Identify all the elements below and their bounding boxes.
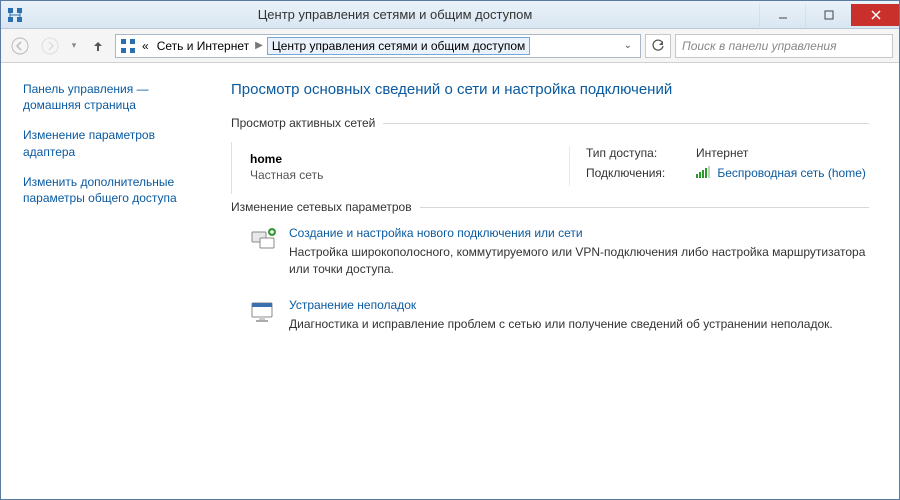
section-change-settings: Изменение сетевых параметров	[231, 200, 869, 214]
chevron-right-icon: ▶	[255, 40, 263, 51]
content-area: Панель управления — домашняя страница Из…	[1, 63, 899, 499]
nav-forward-button[interactable]	[37, 33, 63, 59]
task-new-connection-desc: Настройка широкополосного, коммутируемог…	[289, 244, 869, 278]
search-placeholder: Поиск в панели управления	[682, 39, 837, 53]
sidebar: Панель управления — домашняя страница Из…	[1, 63, 211, 499]
troubleshoot-icon	[249, 298, 277, 326]
page-heading: Просмотр основных сведений о сети и наст…	[231, 81, 869, 98]
nav-up-button[interactable]	[85, 33, 111, 59]
nav-bar: ▾ « Сеть и Интернет ▶ Центр управления с…	[1, 29, 899, 63]
network-type: Частная сеть	[250, 168, 569, 182]
connection-link[interactable]: Беспроводная сеть (home)	[717, 166, 866, 180]
active-network-row: home Частная сеть Тип доступа: Интернет …	[231, 142, 869, 194]
section-change-settings-label: Изменение сетевых параметров	[231, 200, 420, 214]
breadcrumb-prefix: «	[140, 39, 151, 53]
sidebar-link-advanced-sharing[interactable]: Изменить дополнительные параметры общего…	[23, 174, 197, 206]
window-title: Центр управления сетями и общим доступом	[31, 7, 759, 22]
window-controls	[759, 4, 899, 26]
address-dropdown-icon[interactable]: ⌄	[620, 40, 636, 51]
task-new-connection: Создание и настройка нового подключения …	[249, 226, 869, 278]
address-bar[interactable]: « Сеть и Интернет ▶ Центр управления сет…	[115, 34, 641, 58]
maximize-button[interactable]	[805, 4, 851, 26]
search-input[interactable]: Поиск в панели управления	[675, 34, 893, 58]
network-name: home	[250, 152, 569, 166]
wifi-signal-icon	[696, 166, 710, 178]
title-bar: Центр управления сетями и общим доступом	[1, 1, 899, 29]
task-troubleshoot: Устранение неполадок Диагностика и испра…	[249, 298, 869, 333]
nav-back-button[interactable]	[7, 33, 33, 59]
section-active-networks: Просмотр активных сетей	[231, 116, 869, 130]
network-identity: home Частная сеть	[250, 146, 569, 186]
task-troubleshoot-link[interactable]: Устранение неполадок	[289, 298, 833, 312]
close-button[interactable]	[851, 4, 899, 26]
main-panel: Просмотр основных сведений о сети и наст…	[211, 63, 899, 499]
network-center-icon	[120, 38, 136, 54]
network-details: Тип доступа: Интернет Подключения: Беспр…	[569, 146, 869, 186]
connections-label: Подключения:	[586, 166, 696, 180]
window-frame: Центр управления сетями и общим доступом…	[0, 0, 900, 500]
section-active-networks-label: Просмотр активных сетей	[231, 116, 383, 130]
access-type-label: Тип доступа:	[586, 146, 696, 160]
breadcrumb-parent[interactable]: Сеть и Интернет	[155, 39, 251, 53]
minimize-button[interactable]	[759, 4, 805, 26]
refresh-button[interactable]	[645, 34, 671, 58]
new-connection-icon	[249, 226, 277, 254]
sidebar-link-home[interactable]: Панель управления — домашняя страница	[23, 81, 197, 113]
task-troubleshoot-desc: Диагностика и исправление проблем с сеть…	[289, 316, 833, 333]
breadcrumb-current[interactable]: Центр управления сетями и общим доступом	[267, 37, 531, 55]
task-new-connection-link[interactable]: Создание и настройка нового подключения …	[289, 226, 869, 240]
app-icon	[7, 7, 23, 23]
access-type-value: Интернет	[696, 146, 869, 160]
nav-recent-dropdown[interactable]: ▾	[67, 33, 81, 59]
sidebar-link-adapter-settings[interactable]: Изменение параметров адаптера	[23, 127, 197, 159]
